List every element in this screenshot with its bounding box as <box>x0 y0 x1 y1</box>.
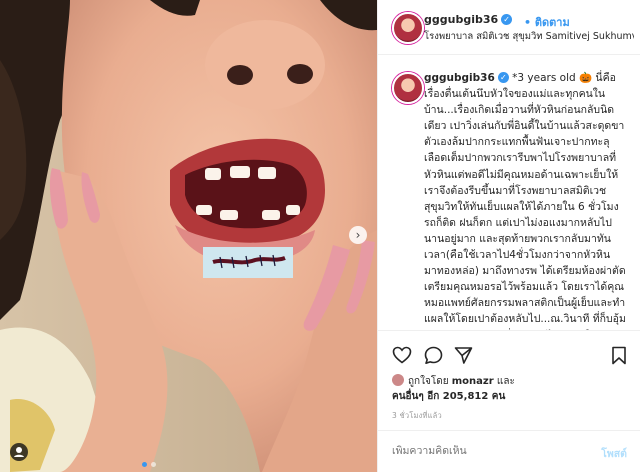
caption-author-avatar[interactable] <box>392 72 424 104</box>
post-side-panel: gggubgib36 ✓ • ติดตาม โรงพยาบาล สมิติเวช … <box>377 0 640 472</box>
author-username[interactable]: gggubgib36 ✓ <box>424 13 513 26</box>
likes-summary: ถูกใจโดย monazr และ คนอื่นๆ อีก 205,812 … <box>392 374 632 404</box>
post-comment-button[interactable]: โพสต์ <box>601 445 627 462</box>
likes-and: และ <box>496 376 515 387</box>
comment-icon[interactable] <box>424 346 443 365</box>
caption-area: gggubgib36 ✓ *3 years old 🎃 นี่คือเรื่องต… <box>378 54 640 331</box>
post-photo[interactable]: › <box>0 0 377 472</box>
post-header: gggubgib36 ✓ • ติดตาม โรงพยาบาล สมิติเวช … <box>378 0 640 55</box>
child-mouth-photo <box>0 0 377 472</box>
heart-icon[interactable] <box>392 346 412 364</box>
liked-by-prefix: ถูกใจโดย <box>408 376 449 387</box>
others-link[interactable]: คนอื่นๆ อีก 205,812 คน <box>392 391 505 402</box>
tagged-users-button[interactable] <box>10 443 28 461</box>
share-icon[interactable] <box>454 346 473 365</box>
carousel-next-button[interactable]: › <box>349 226 367 244</box>
liker-username[interactable]: monazr <box>452 376 494 387</box>
author-avatar[interactable] <box>392 12 424 44</box>
caption-verified-badge-icon: ✓ <box>497 72 509 83</box>
comment-box: โพสต์ <box>378 430 640 473</box>
caption-username[interactable]: gggubgib36 <box>424 72 495 84</box>
action-bar <box>378 340 640 370</box>
carousel-dot-active <box>142 462 147 467</box>
user-tag-icon <box>14 447 24 457</box>
verified-badge-icon: ✓ <box>501 14 513 25</box>
caption-text: gggubgib36 ✓ *3 years old 🎃 นี่คือเรื่องต… <box>424 70 629 330</box>
caption-body: *3 years old 🎃 นี่คือเรื่องตื่นเต้นนึบหั… <box>424 72 626 330</box>
carousel-dot <box>151 462 156 467</box>
post-timestamp[interactable]: 3 ชั่วโมงที่แล้ว <box>392 410 442 422</box>
liker-avatar <box>392 374 404 386</box>
bookmark-icon[interactable] <box>611 346 627 365</box>
comment-input[interactable] <box>392 445 582 457</box>
location-link[interactable]: โรงพยาบาล สมิติเวช สุขุมวิท Samitivej Su… <box>424 29 634 44</box>
carousel-indicator <box>140 452 158 471</box>
